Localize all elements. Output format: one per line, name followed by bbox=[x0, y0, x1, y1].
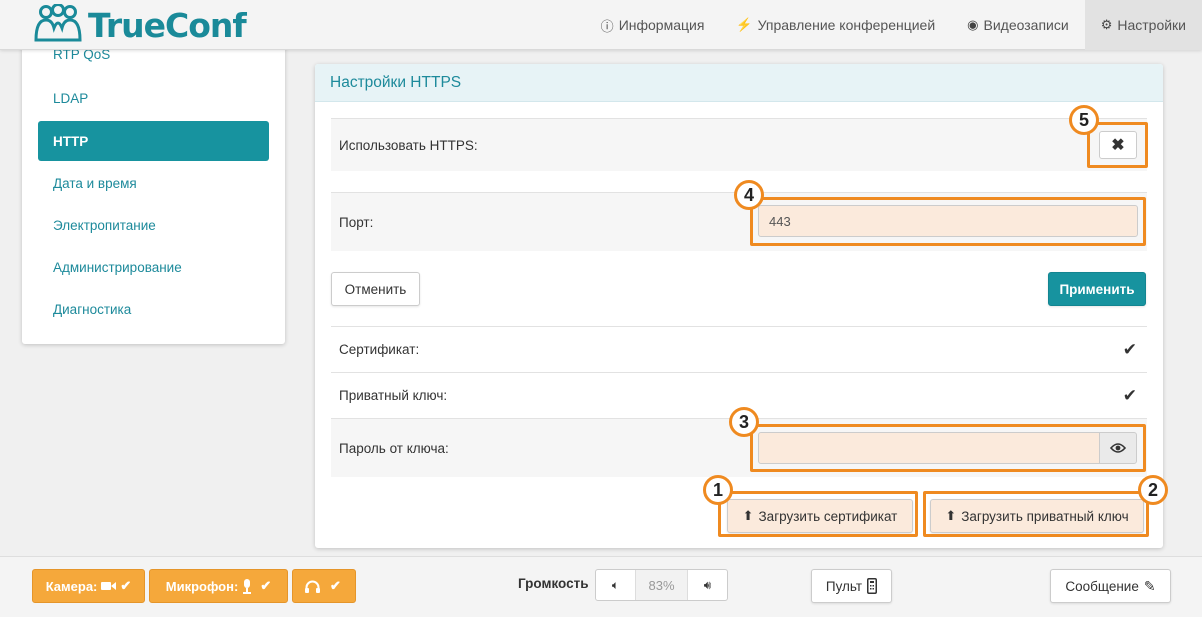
logo-text: TrueConf bbox=[88, 5, 247, 45]
key-password-label: Пароль от ключа: bbox=[339, 440, 449, 456]
nav-settings-label: Настройки bbox=[1117, 17, 1186, 33]
camera-label: Камера: bbox=[45, 578, 98, 594]
certificate-row: Сертификат: ✔ bbox=[331, 326, 1147, 372]
cancel-button[interactable]: Отменить bbox=[331, 272, 420, 306]
use-https-label: Использовать HTTPS: bbox=[339, 137, 478, 153]
nav-settings[interactable]: ⚙ Настройки bbox=[1084, 0, 1202, 50]
sidebar-item-ldap[interactable]: LDAP bbox=[38, 78, 269, 118]
nav-conference-label: Управление конференцией bbox=[757, 17, 936, 33]
upload-icon: ⬆ bbox=[945, 508, 957, 523]
sidebar-item-diagnostics[interactable]: Диагностика bbox=[38, 289, 269, 329]
volume-value: 83% bbox=[635, 570, 688, 600]
headphones-button[interactable]: ✔ bbox=[292, 569, 356, 603]
upload-icon: ⬆ bbox=[742, 508, 754, 523]
gear-icon: ⚙ bbox=[1100, 17, 1113, 32]
remote-control-icon bbox=[867, 578, 878, 594]
volume-control: 🔈︎ 83% 🔊︎ bbox=[595, 569, 728, 601]
lightning-icon: ⚡ bbox=[736, 17, 753, 32]
video-camera-icon bbox=[101, 582, 117, 590]
nav-recordings[interactable]: ◉ Видеозаписи bbox=[951, 0, 1085, 50]
callout-badge-5: 5 bbox=[1069, 105, 1099, 135]
eye-icon bbox=[1110, 443, 1126, 453]
info-circle-icon: ⓘ bbox=[600, 18, 614, 34]
upload-certificate-label: Загрузить сертификат bbox=[758, 508, 898, 524]
sidebar-item-power[interactable]: Электропитание bbox=[38, 205, 269, 245]
sidebar-item-label: LDAP bbox=[53, 90, 89, 106]
show-password-button[interactable] bbox=[1099, 432, 1137, 464]
nav-recordings-label: Видеозаписи bbox=[983, 17, 1069, 33]
sidebar-item-http[interactable]: HTTP bbox=[38, 121, 269, 161]
use-https-row: Использовать HTTPS: bbox=[331, 118, 1147, 171]
main-nav: ⓘ Информация ⚡ Управление конференцией ◉… bbox=[585, 0, 1202, 50]
logo: TrueConf bbox=[32, 3, 247, 47]
headphones-icon bbox=[305, 580, 321, 593]
callout-badge-3: 3 bbox=[729, 407, 759, 437]
sidebar-item-administration[interactable]: Администрирование bbox=[38, 247, 269, 287]
sidebar-item-label: Электропитание bbox=[53, 217, 156, 233]
nav-info[interactable]: ⓘ Информация bbox=[585, 0, 721, 50]
remote-button[interactable]: Пульт bbox=[811, 569, 892, 603]
cancel-button-label: Отменить bbox=[344, 281, 407, 297]
key-password-input[interactable] bbox=[758, 432, 1100, 464]
microphone-button[interactable]: Микрофон: ✔ bbox=[149, 569, 288, 603]
certificate-label: Сертификат: bbox=[339, 342, 420, 357]
speaker-high-icon: 🔊︎ bbox=[703, 577, 712, 592]
nav-info-label: Информация bbox=[618, 17, 705, 33]
panel-title: Настройки HTTPS bbox=[315, 64, 1163, 102]
callout-badge-1: 1 bbox=[703, 475, 733, 505]
microphone-label: Микрофон: bbox=[165, 578, 239, 594]
bottom-toolbar: Камера: ✔ Микрофон: ✔ ✔ Громкость 🔈︎ 83%… bbox=[0, 556, 1202, 617]
volume-down-button[interactable]: 🔈︎ bbox=[596, 570, 635, 600]
sidebar-item-date-time[interactable]: Дата и время bbox=[38, 163, 269, 203]
upload-private-key-label: Загрузить приватный ключ bbox=[961, 508, 1129, 524]
camera-button[interactable]: Камера: ✔ bbox=[32, 569, 145, 603]
settings-sidebar: RTP QoS LDAP HTTP Дата и время Электропи… bbox=[22, 40, 285, 344]
message-label: Сообщение bbox=[1065, 578, 1139, 594]
volume-label: Громкость bbox=[518, 576, 589, 591]
pencil-icon: ✎ bbox=[1143, 577, 1156, 594]
apply-button-label: Применить bbox=[1059, 281, 1135, 297]
top-bar: TrueConf ⓘ Информация ⚡ Управление конфе… bbox=[0, 0, 1202, 50]
upload-private-key-button[interactable]: ⬆ Загрузить приватный ключ bbox=[930, 499, 1144, 533]
checkmark-icon: ✔ bbox=[1122, 339, 1137, 359]
message-button[interactable]: Сообщение ✎ bbox=[1050, 569, 1171, 603]
record-circle-icon: ◉ bbox=[967, 17, 979, 32]
trueconf-logo-icon bbox=[34, 4, 82, 42]
port-input[interactable]: 443 bbox=[758, 205, 1138, 237]
callout-badge-4: 4 bbox=[734, 180, 764, 210]
close-x-icon: ✖ bbox=[1111, 137, 1125, 154]
checkmark-icon: ✔ bbox=[330, 578, 341, 593]
sidebar-item-label: HTTP bbox=[53, 133, 89, 149]
microphone-icon bbox=[243, 578, 252, 594]
speaker-low-icon: 🔈︎ bbox=[611, 577, 620, 592]
nav-conference-control[interactable]: ⚡ Управление конференцией bbox=[720, 0, 951, 50]
apply-button[interactable]: Применить bbox=[1048, 272, 1146, 306]
upload-certificate-button[interactable]: ⬆ Загрузить сертификат bbox=[727, 499, 913, 533]
callout-badge-2: 2 bbox=[1138, 475, 1168, 505]
sidebar-item-label: Диагностика bbox=[53, 301, 132, 317]
checkmark-icon: ✔ bbox=[1122, 385, 1137, 405]
private-key-label: Приватный ключ: bbox=[339, 388, 448, 403]
checkmark-icon: ✔ bbox=[260, 578, 272, 593]
sidebar-item-label: Дата и время bbox=[53, 175, 137, 191]
port-label: Порт: bbox=[339, 214, 374, 230]
port-value: 443 bbox=[769, 213, 791, 229]
checkmark-icon: ✔ bbox=[120, 578, 132, 593]
volume-up-button[interactable]: 🔊︎ bbox=[688, 570, 727, 600]
use-https-toggle-button[interactable]: ✖ bbox=[1099, 131, 1137, 159]
sidebar-item-label: Администрирование bbox=[53, 259, 182, 275]
remote-label: Пульт bbox=[825, 578, 863, 594]
https-settings-panel: Настройки HTTPS Использовать HTTPS: ✖ 5 … bbox=[315, 64, 1168, 548]
